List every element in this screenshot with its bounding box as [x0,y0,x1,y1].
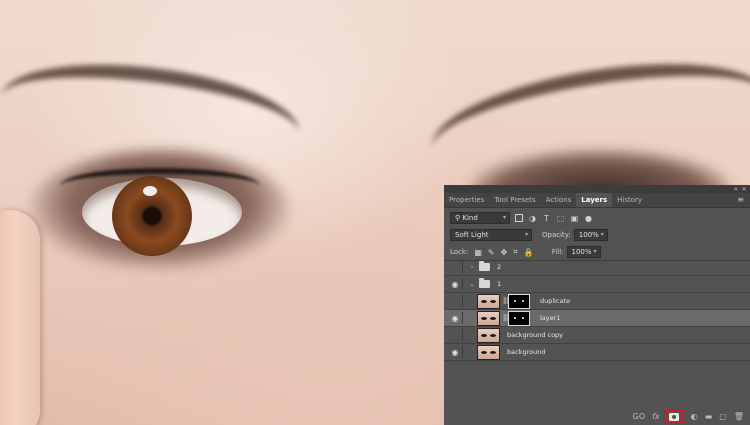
lock-all-icon[interactable]: 🔒 [524,248,534,257]
chevron-down-icon[interactable]: ⌄ [467,280,477,288]
layer-name: background copy [507,331,564,339]
folder-icon [479,278,490,288]
trash-icon[interactable]: 🗑 [734,412,744,421]
finger [0,210,40,425]
layer-row-background-copy[interactable]: background copy [444,327,750,344]
visibility-toggle-empty[interactable] [448,261,463,273]
fx-icon[interactable]: fx [652,412,660,421]
filter-pixel-icon[interactable] [515,214,523,222]
filter-row: ⚲ Kind ▾ ◑ T ⬚ ▣ ● [444,210,750,226]
layer-name: background [507,348,546,356]
layer-mask-thumbnail[interactable] [508,293,530,309]
add-mask-icon[interactable] [669,412,680,421]
close-icon[interactable]: × [741,185,747,193]
tab-layers[interactable]: Layers [576,193,613,207]
tab-actions[interactable]: Actions [541,193,577,207]
layer-name: 2 [497,263,502,271]
lock-transparent-icon[interactable]: ▦ [474,248,482,257]
lock-label: Lock: [450,248,469,256]
filter-type-icon[interactable]: T [542,214,551,223]
layers-panel: « × Properties Tool Presets Actions Laye… [444,185,750,425]
layer-thumbnail [477,310,500,326]
lock-image-icon[interactable]: ✎ [488,248,495,257]
chevron-down-icon: ▾ [502,214,506,221]
panel-menu-icon[interactable]: ≡ [737,193,750,207]
panel-tabs: Properties Tool Presets Actions Layers H… [444,193,750,208]
new-group-icon[interactable]: ▬ [705,412,713,421]
link-chain-icon[interactable]: ⛓ [502,297,511,305]
layer-row-layer1[interactable]: ◉ ⛓ layer1 [444,310,750,327]
filter-adjustment-icon[interactable]: ◑ [528,214,537,223]
fill-label: Fill: [551,248,564,256]
layer-name: 1 [497,280,502,288]
tab-history[interactable]: History [612,193,647,207]
blend-row: Soft Light ▾ Opacity: 100% ▾ [444,227,750,243]
opacity-value: 100% [578,231,599,239]
panel-bottom-toolbar: GO fx ◐ ▬ ▢ 🗑 [444,408,750,425]
link-icon[interactable]: GO [633,412,646,421]
adjustment-icon[interactable]: ◐ [691,412,698,421]
fill-field[interactable]: 100% ▾ [566,246,601,258]
search-icon: ⚲ [455,214,461,222]
layer-row-group-2[interactable]: › 2 [444,259,750,276]
blend-mode-dropdown[interactable]: Soft Light ▾ [450,229,532,241]
chevron-down-icon: ▾ [524,231,528,238]
lock-position-icon[interactable]: ✥ [501,248,508,257]
link-chain-icon[interactable]: ⛓ [502,314,511,322]
visibility-toggle-empty[interactable] [448,329,463,341]
filter-shape-icon[interactable]: ⬚ [556,214,565,223]
layer-name: layer1 [540,314,561,322]
layer-row-group-1[interactable]: ◉ ⌄ 1 [444,276,750,293]
layer-thumbnail [477,293,500,309]
layer-thumbnail [477,344,500,360]
layer-mask-thumbnail[interactable] [508,310,530,326]
opacity-field[interactable]: 100% ▾ [573,229,608,241]
folder-icon [479,261,490,271]
eye-icon[interactable]: ◉ [448,312,463,324]
filter-smart-object-icon[interactable]: ▣ [570,214,579,223]
filter-toggle-icon[interactable]: ● [584,214,593,223]
layer-name: duplicate [540,297,571,305]
eye-icon[interactable]: ◉ [448,278,463,290]
visibility-toggle-empty[interactable] [448,295,463,307]
chevron-right-icon[interactable]: › [467,263,477,271]
tab-tool-presets[interactable]: Tool Presets [489,193,540,207]
opacity-label: Opacity: [542,231,571,239]
lock-artboard-icon[interactable]: ⌗ [513,247,518,257]
filter-kind-label: Kind [462,214,478,222]
eye-icon[interactable]: ◉ [448,346,463,358]
layer-row-duplicate[interactable]: ⛓ duplicate [444,293,750,310]
chevron-down-icon: ▾ [593,248,597,255]
filter-kind-dropdown[interactable]: ⚲ Kind ▾ [450,212,510,224]
add-mask-button-highlight[interactable] [664,409,684,424]
layer-thumbnail [477,327,500,343]
eyelash-line [60,168,260,204]
collapse-icon[interactable]: « [734,185,738,193]
chevron-down-icon: ▾ [600,231,604,238]
new-layer-icon[interactable]: ▢ [719,412,727,421]
blend-mode-value: Soft Light [455,231,489,239]
layer-list: › 2 ◉ ⌄ 1 ⛓ duplicate ◉ ⛓ layer1 backgro… [444,259,750,361]
fill-value: 100% [571,248,592,256]
tab-properties[interactable]: Properties [444,193,489,207]
panel-title-bar[interactable]: « × [444,185,750,193]
layer-row-background[interactable]: ◉ background [444,344,750,361]
